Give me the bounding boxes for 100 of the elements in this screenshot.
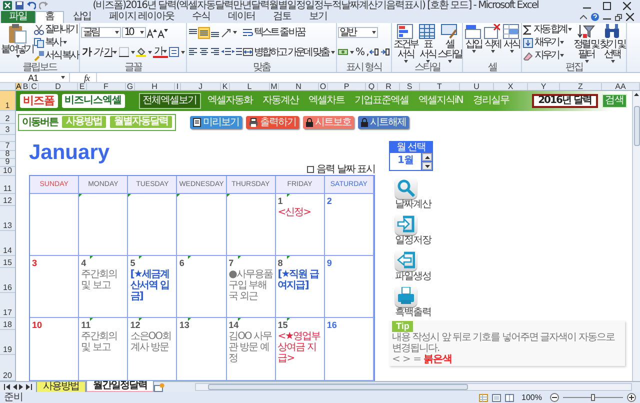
ribbon-button[interactable]: 표 서식 [418,23,436,62]
row-header[interactable]: 8 [0,151,15,159]
row-header[interactable]: 15 [0,256,15,268]
dropdown-field[interactable]: 굴림 [81,27,122,38]
first-arrow-icon[interactable] [4,384,10,390]
row-header[interactable]: 17 [0,293,15,318]
undo-icon[interactable] [27,1,36,10]
next-arrow-icon[interactable] [19,384,24,390]
spin-up-button[interactable] [422,153,432,161]
menu-link[interactable]: 전체엑셀보기 [138,92,200,109]
ribbon-button[interactable]: 잘라내기 [34,24,77,35]
day-cell[interactable]: 5 [★세금계산서역 입금] [128,256,178,318]
day-cell[interactable]: 1 <신정> [276,194,325,256]
ribbon-tab[interactable]: 페이지 레이아웃 [100,11,184,23]
day-cell[interactable] [30,194,80,256]
last-arrow-icon[interactable] [26,384,32,390]
day-cell[interactable]: 2 [324,194,374,256]
close-icon[interactable] [623,2,631,10]
column-header[interactable]: G [126,83,135,90]
action-button[interactable] [395,249,417,271]
page-layout-icon[interactable] [492,394,501,402]
underline-button[interactable]: 가 [103,46,118,58]
column-header[interactable]: N [279,83,319,90]
dropdown-field[interactable]: 일반 [338,27,378,38]
new-sheet-icon[interactable] [154,382,165,392]
row-header[interactable]: 11 [0,176,15,194]
ribbon-button[interactable]: 채우기 [523,37,564,48]
insert-function-button[interactable]: fx [84,72,90,82]
restore-icon[interactable] [615,14,622,20]
align-left-icon[interactable] [188,47,198,58]
row-header[interactable]: 16 [0,268,15,293]
ribbon-button[interactable]: 삽입 [464,23,482,62]
column-header[interactable]: L [230,83,270,90]
name-box[interactable]: A1 [0,73,70,82]
day-cell[interactable] [177,194,227,256]
ribbon-button[interactable]: 찾기 및 선택 [600,23,625,62]
help-icon[interactable] [591,13,599,21]
day-cell[interactable]: 9 [324,256,374,318]
scroll-thumb[interactable] [208,384,468,390]
ribbon-button[interactable]: 정렬 및 필터 [573,23,599,62]
month-field[interactable]: 1월 [390,153,421,170]
day-cell[interactable] [79,194,128,256]
row-header[interactable]: 13 [0,206,15,231]
ribbon-tab[interactable]: 홈 [35,11,64,23]
row-header[interactable]: 18 [0,318,15,330]
italic-button[interactable]: 가 [92,46,102,58]
column-header[interactable]: B [22,83,30,90]
column-header[interactable]: F [87,83,126,90]
save-icon[interactable] [15,1,24,10]
row-header[interactable]: 19 [0,330,15,355]
brand-name[interactable]: 비즈니스엑셀 [62,94,124,108]
ribbon-button[interactable] [136,47,152,58]
slider-thumb[interactable] [591,394,595,401]
column-header[interactable]: I [175,83,181,90]
row-header[interactable]: 7 [0,142,15,151]
menu-link[interactable]: 엑셀자동화 [204,94,256,108]
column-header[interactable]: K [221,83,230,90]
page-break-icon[interactable] [504,394,514,402]
ribbon-button[interactable]: 서식 복사 [34,50,78,61]
row-header[interactable]: 12 [0,194,15,206]
sheet-button[interactable]: 시트해제 [358,116,409,129]
horizontal-scrollbar[interactable] [195,383,632,391]
column-header[interactable]: A [16,83,22,90]
vertical-scrollbar[interactable] [632,91,640,381]
ribbon-button[interactable]: 복사 [34,37,67,48]
ribbon-button[interactable]: 붙여넣기 [1,23,33,62]
ribbon-button[interactable]: 자동 합계 [523,24,572,35]
dropdown-field[interactable]: 10 [122,27,146,38]
ribbon-button[interactable]: 조건부 서식 [393,23,418,62]
ribbon-tab[interactable]: 검토 [264,11,300,23]
column-header[interactable]: X [494,83,528,90]
action-button[interactable] [395,285,417,307]
ribbon-button[interactable] [338,47,354,58]
column-header[interactable]: M [270,83,279,90]
chevron-up-icon[interactable] [580,14,587,20]
day-cell[interactable]: 3 [30,256,80,318]
format-button[interactable]: , [365,46,368,58]
align-center-icon[interactable] [199,47,210,58]
font-shrink-icon[interactable] [158,28,168,38]
row-header[interactable]: 14 [0,231,15,256]
column-header[interactable]: P [328,83,366,90]
ribbon-tab[interactable]: 삽입 [64,11,100,23]
ribbon-button[interactable]: 병합하고 가운데 맞춤 [243,46,335,58]
zoom-in-button[interactable] [627,393,636,402]
day-cell[interactable] [226,194,276,256]
close-icon[interactable] [626,13,634,21]
ribbon-button[interactable] [221,28,238,38]
day-cell[interactable] [128,194,178,256]
increase-decimal-icon[interactable] [369,47,380,58]
row-header[interactable]: 9 [0,159,15,167]
normal-view-icon[interactable] [478,394,488,402]
scroll-thumb[interactable] [634,106,640,146]
day-cell[interactable]: 8 [★직원 급여지급] [276,256,325,318]
ribbon-button[interactable]: 텍스트 줄 바꿈 [243,27,305,38]
sheet-tab[interactable]: 월간일정달력 [86,381,154,393]
row-header[interactable]: 10 [0,167,15,176]
column-header[interactable]: Y [528,83,560,90]
column-header[interactable]: D [39,83,78,90]
format-button[interactable]: % [354,46,364,58]
column-header[interactable]: O [319,83,328,90]
